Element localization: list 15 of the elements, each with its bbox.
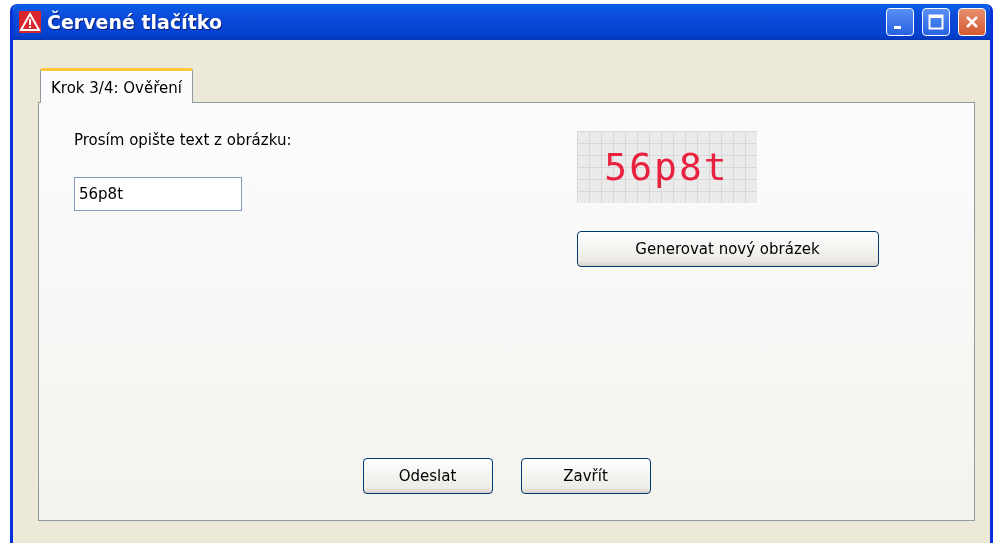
warning-icon	[19, 11, 41, 33]
captcha-text: 56p8t	[604, 145, 729, 189]
close-button[interactable]	[958, 8, 986, 36]
minimize-icon	[894, 25, 901, 29]
submit-button[interactable]: Odeslat	[362, 458, 493, 494]
tab[interactable]: Krok 3/4: Ověření	[40, 68, 193, 103]
window-title: Červené tlačítko	[47, 11, 223, 33]
regenerate-button[interactable]: Generovat nový obrázek	[576, 231, 879, 267]
minimize-button[interactable]	[886, 8, 914, 36]
maximize-icon	[928, 14, 944, 30]
close-icon	[964, 14, 980, 30]
answer-field[interactable]: 56p8t	[74, 177, 242, 211]
close-dialog-button[interactable]: Zavřít	[520, 458, 651, 494]
maximize-button[interactable]	[922, 8, 950, 36]
prompt-label: Prosím opište text z obrázku:	[74, 131, 293, 149]
